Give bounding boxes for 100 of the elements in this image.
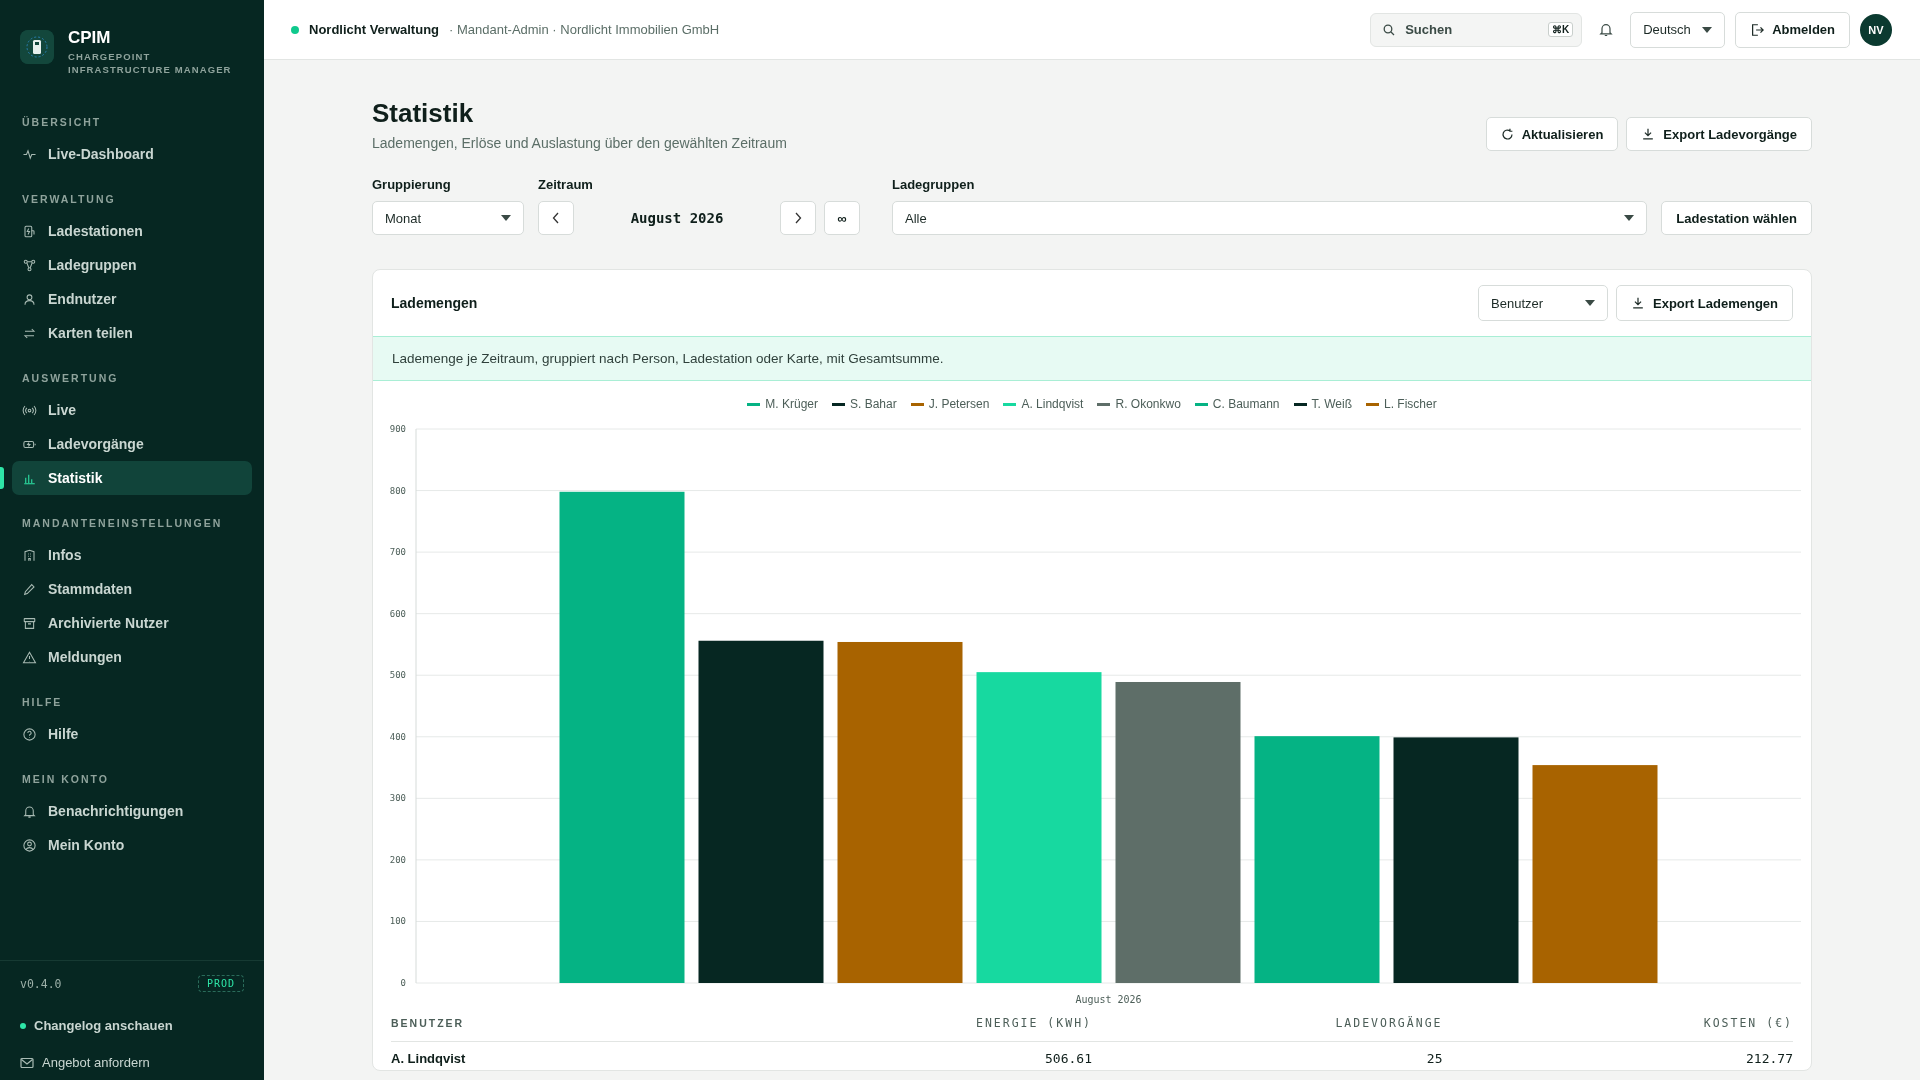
- field-label: Gruppierung: [372, 177, 452, 192]
- logout-button[interactable]: Abmelden: [1735, 11, 1850, 48]
- legend-label: M. Krüger: [765, 397, 818, 411]
- export-button[interactable]: Export Lademengen: [1616, 285, 1793, 321]
- axis-category-label: August 2026: [1075, 994, 1142, 1005]
- active-indicator: [0, 467, 4, 489]
- language-select[interactable]: Deutsch: [1630, 11, 1726, 48]
- pencil-icon: [22, 581, 37, 597]
- legend-label: L. Fischer: [1384, 397, 1437, 411]
- all-time-button[interactable]: ∞: [824, 201, 860, 235]
- building-icon: [22, 547, 37, 563]
- search-box[interactable]: Suchen ⌘K: [1370, 12, 1583, 47]
- nav-item[interactable]: Mein Konto: [12, 828, 252, 862]
- nav-section-heading: VERWALTUNG: [22, 193, 117, 205]
- logout-icon: [1750, 22, 1765, 37]
- axis-tick-label: 500: [389, 670, 406, 681]
- axis-tick-label: 700: [389, 547, 406, 558]
- changelog-link[interactable]: Changelog anschauen: [34, 1018, 173, 1033]
- caret-icon: [1624, 215, 1635, 221]
- period-label: August 2026: [629, 210, 725, 226]
- nav-section-heading: AUSWERTUNG: [22, 372, 120, 384]
- card-title: Lademengen: [391, 295, 478, 311]
- legend-swatch: [1194, 402, 1208, 406]
- charge-group-select[interactable]: Alle: [892, 201, 1648, 235]
- status-dot: [20, 1022, 26, 1029]
- app-subtitle: CHARGEPOINT INFRASTRUCTURE MANAGER: [68, 50, 233, 76]
- legend-swatch: [832, 402, 845, 406]
- bell-icon[interactable]: [1598, 21, 1615, 38]
- field-label: Zeitraum: [538, 177, 594, 192]
- nav-item[interactable]: Endnutzer: [12, 282, 252, 316]
- axis-tick-label: 300: [389, 793, 406, 804]
- caret-icon: [1585, 300, 1596, 306]
- page-subtitle: Lademengen, Erlöse und Auslastung über den gewählten Zeitraum: [372, 135, 787, 151]
- user-avatar[interactable]: NV: [1860, 13, 1892, 46]
- environment-badge: PROD: [197, 975, 244, 992]
- axis-tick-label: 0: [400, 978, 406, 988]
- nav-item[interactable]: Karten teilen: [12, 316, 252, 350]
- help-icon: [22, 726, 37, 742]
- legend-label: R. Okonkwo: [1115, 397, 1181, 411]
- station-select-button[interactable]: Ladestation wählen: [1661, 201, 1812, 235]
- legend-label: C. Baumann: [1212, 397, 1280, 411]
- field-label: Ladegruppen: [892, 177, 976, 192]
- table-cell-text: 25: [1425, 1050, 1443, 1068]
- archive-icon: [22, 615, 37, 631]
- nav-item[interactable]: Stammdaten: [12, 572, 252, 606]
- previous-button[interactable]: [538, 201, 574, 235]
- nav-item[interactable]: Archivierte Nutzer: [12, 606, 252, 640]
- context-label: · Mandant-Admin · Nordlicht Immobilien GmbH: [449, 22, 721, 37]
- download-icon: [1641, 127, 1656, 141]
- nav-item[interactable]: Benachrichtigungen: [12, 794, 252, 828]
- mail-icon: [20, 1056, 34, 1069]
- search-icon: [1383, 23, 1396, 36]
- legend-swatch: [910, 402, 924, 406]
- legend-swatch: [1003, 402, 1017, 406]
- nav-item[interactable]: Hilfe: [12, 717, 252, 751]
- user-circle-icon: [22, 837, 37, 853]
- next-button[interactable]: [780, 201, 816, 235]
- nav-item[interactable]: Ladegruppen: [12, 248, 252, 282]
- status-dot: [291, 25, 299, 34]
- legend-label: T. Weiß: [1311, 397, 1352, 411]
- refresh-icon: [1500, 127, 1514, 141]
- nav-section-heading: MANDANTENEINSTELLUNGEN: [22, 517, 224, 529]
- caret-icon: [1702, 26, 1713, 33]
- column-header: BENUTZER: [391, 1007, 742, 1042]
- legend-swatch: [1097, 402, 1111, 406]
- axis-tick-label: 100: [389, 916, 406, 927]
- legend-swatch: [1293, 402, 1307, 406]
- nav-item[interactable]: Infos: [12, 538, 252, 572]
- version-label: v0.4.0: [20, 976, 62, 991]
- nav-item[interactable]: Live-Dashboard: [12, 137, 252, 171]
- axis-tick-label: 400: [389, 731, 406, 742]
- group-by-select[interactable]: Benutzer: [1478, 285, 1609, 321]
- nav-item[interactable]: Meldungen: [12, 640, 252, 674]
- offer-link[interactable]: Angebot anfordern: [42, 1055, 150, 1070]
- grouping-select[interactable]: Monat: [372, 201, 524, 235]
- app-title: CPIM: [68, 28, 112, 48]
- nav-section-heading: MEIN KONTO: [22, 773, 110, 785]
- caret-icon: [501, 215, 511, 221]
- table-cell-text: 506.61: [1044, 1050, 1092, 1068]
- legend-label: A. Lindqvist: [1021, 397, 1084, 411]
- nav-section-heading: HILFE: [22, 696, 64, 708]
- search-field[interactable]: Suchen: [1403, 21, 1540, 38]
- legend-label: J. Petersen: [928, 397, 990, 411]
- table-cell-text: 212.77: [1745, 1050, 1793, 1068]
- nav-item[interactable]: Ladestationen: [12, 214, 252, 248]
- legend-swatch: [747, 402, 761, 406]
- info-banner: Lademenge je Zeitraum, gruppiert nach Person, Ladestation oder Karte, mit Gesamtsumme.: [373, 336, 1811, 381]
- column-header: ENERGIE (KWH): [741, 1007, 1092, 1042]
- nav-section-heading: ÜBERSICHT: [22, 116, 103, 128]
- column-header: LADEVORGÄNGE: [1092, 1007, 1443, 1042]
- export-button[interactable]: Export Ladevorgänge: [1626, 117, 1812, 151]
- nav-item[interactable]: Ladevorgänge: [12, 427, 252, 461]
- nav-item[interactable]: Live: [12, 393, 252, 427]
- network-icon: [22, 257, 37, 273]
- chevron-right-icon: [794, 212, 802, 224]
- refresh-button[interactable]: Aktualisieren: [1485, 117, 1619, 151]
- page-title: Statistik: [372, 98, 475, 129]
- legend-swatch: [1366, 402, 1379, 406]
- bell-icon: [22, 803, 37, 819]
- warning-icon: [22, 649, 37, 665]
